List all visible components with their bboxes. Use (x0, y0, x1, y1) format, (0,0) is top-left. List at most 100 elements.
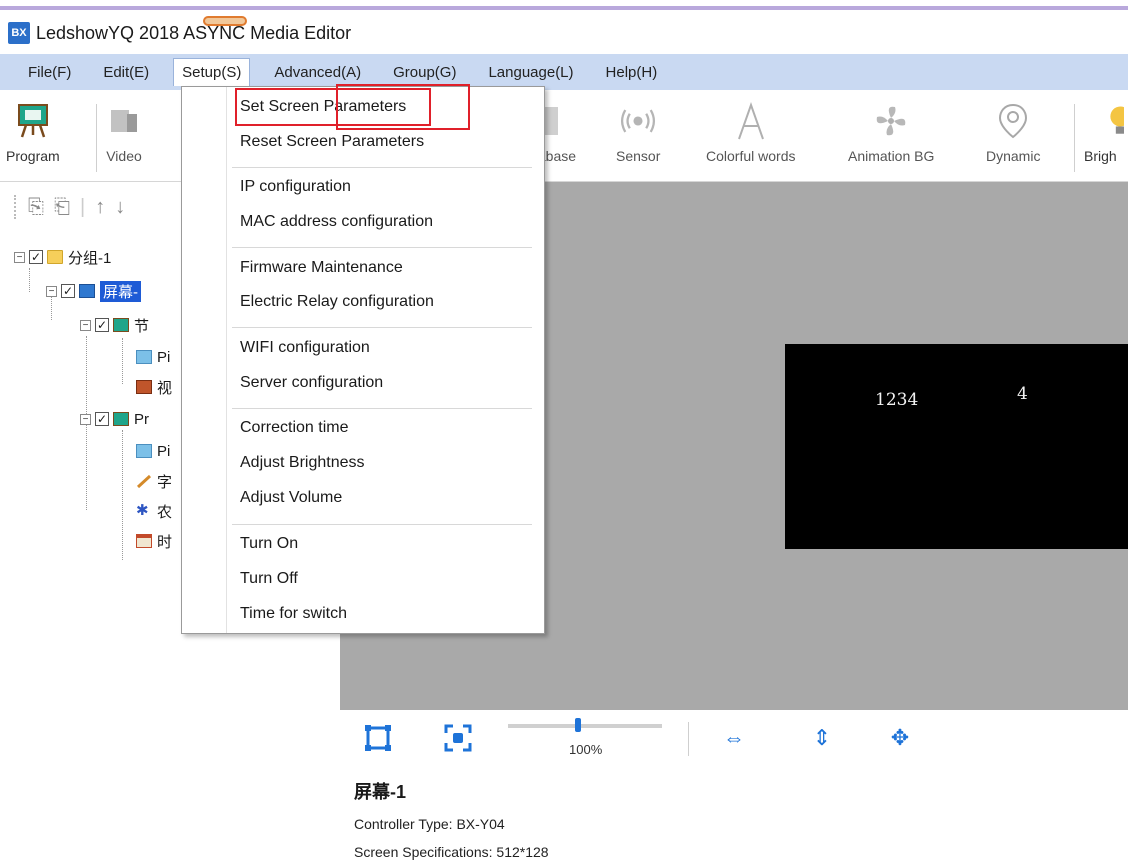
collapse-toggle[interactable]: − (14, 251, 25, 263)
picture2-label: Pi (157, 442, 171, 460)
tree-node-screen[interactable]: − ✓ 屏幕- (46, 280, 141, 302)
menu-edit[interactable]: Edit(E) (95, 59, 157, 86)
video1-label: 视 (157, 379, 173, 397)
dynamic-button[interactable]: Dynamic (986, 100, 1040, 164)
zoom-slider-thumb[interactable] (575, 718, 581, 732)
collapse-toggle[interactable]: − (80, 319, 91, 331)
program-icon (13, 100, 53, 142)
menu-time-for-switch[interactable]: Time for switch (240, 605, 347, 623)
tree-node-clock2[interactable]: 时 (136, 530, 172, 552)
tree-node-program1[interactable]: − ✓ 节 (80, 314, 149, 336)
menu-setup[interactable]: Setup(S) (173, 58, 251, 86)
tree-line (122, 338, 123, 384)
tree-node-video1[interactable]: 视 (136, 376, 172, 398)
video-icon (136, 380, 152, 394)
tree-node-lunar2[interactable]: ✱ 农 (136, 500, 172, 522)
video-icon (104, 100, 144, 142)
picture-icon (136, 350, 152, 364)
tree-node-picture1[interactable]: Pi (136, 346, 170, 368)
menu-turn-on[interactable]: Turn On (240, 535, 298, 553)
picture-icon (136, 444, 152, 458)
menu-help[interactable]: Help(H) (598, 59, 666, 86)
menu-gutter (226, 87, 227, 633)
highlight-box-callout (336, 84, 470, 130)
program-icon (113, 412, 129, 426)
move-button[interactable]: ✥ (884, 722, 916, 754)
program1-label: 节 (134, 317, 150, 335)
actual-size-button[interactable] (442, 722, 474, 754)
sensor-icon (618, 100, 658, 142)
menu-mac-address-configuration[interactable]: MAC address configuration (240, 213, 433, 231)
menu-adjust-volume[interactable]: Adjust Volume (240, 489, 342, 507)
fit-height-button[interactable]: ⇕ (806, 722, 838, 754)
group-checkbox[interactable]: ✓ (29, 250, 43, 264)
screen-checkbox[interactable]: ✓ (61, 284, 75, 298)
paste-icon[interactable]: ⎗ (54, 196, 70, 219)
menu-file[interactable]: File(F) (20, 59, 79, 86)
toolbar-grip (14, 195, 18, 219)
animation-bg-button[interactable]: Animation BG (848, 100, 934, 164)
group-label: 分组-1 (68, 249, 112, 267)
program-button[interactable]: Program (6, 100, 60, 164)
toolbar-separator (96, 104, 97, 172)
dynamic-label: Dynamic (986, 148, 1041, 164)
animation-bg-label: Animation BG (848, 148, 935, 164)
tree-node-group[interactable]: − ✓ 分组-1 (14, 246, 111, 268)
menu-group[interactable]: Group(G) (385, 59, 464, 86)
menu-language[interactable]: Language(L) (480, 59, 581, 86)
menu-ip-configuration[interactable]: IP configuration (240, 178, 351, 196)
fit-screen-button[interactable] (362, 722, 394, 754)
move-up-icon[interactable]: ↑ (95, 196, 105, 219)
location-pin-icon (993, 100, 1033, 142)
menu-correction-time[interactable]: Correction time (240, 419, 348, 437)
move-down-icon[interactable]: ↓ (115, 196, 125, 219)
tree-node-program2[interactable]: − ✓ Pr (80, 408, 149, 430)
colorful-words-button[interactable]: Colorful words (706, 100, 795, 164)
menu-bar: File(F) Edit(E) Setup(S) Advanced(A) Gro… (0, 54, 1128, 90)
copy-icon[interactable]: ⎘ (28, 196, 44, 219)
pen-icon (136, 474, 152, 489)
menu-separator (232, 524, 532, 525)
menu-electric-relay-configuration[interactable]: Electric Relay configuration (240, 293, 434, 311)
menu-firmware-maintenance[interactable]: Firmware Maintenance (240, 259, 403, 277)
zoom-slider-track[interactable] (508, 724, 662, 728)
vertical-arrows-icon: ⇕ (812, 725, 832, 750)
controller-type: Controller Type: BX-Y04 (354, 816, 505, 832)
window-title: LedshowYQ 2018 ASYNC Media Editor (36, 22, 352, 43)
sensor-button[interactable]: Sensor (616, 100, 660, 164)
fit-width-button[interactable]: ⇔ (718, 722, 750, 754)
menu-reset-screen-parameters[interactable]: Reset Screen Parameters (240, 133, 424, 151)
program-icon (113, 318, 129, 332)
collapse-toggle[interactable]: − (46, 285, 57, 297)
brightness-button[interactable]: Brigh (1084, 100, 1124, 164)
lunar2-label: 农 (157, 503, 173, 521)
tree-node-picture2[interactable]: Pi (136, 440, 170, 462)
program2-label: Pr (134, 410, 149, 428)
collapse-toggle[interactable]: − (80, 413, 91, 425)
colorful-words-icon (731, 100, 771, 142)
setup-dropdown-menu: Set Screen Parameters Reset Screen Param… (181, 86, 545, 634)
screen-label: 屏幕- (100, 280, 141, 302)
menu-advanced[interactable]: Advanced(A) (266, 59, 369, 86)
tree-node-text2[interactable]: 字 (136, 470, 172, 492)
zoom-toolbar: 100% ⇔ ⇕ ✥ (340, 710, 1128, 768)
zoom-percent: 100% (569, 742, 603, 757)
screen-info-panel: 屏幕-1 Controller Type: BX-Y04 Screen Spec… (340, 768, 1128, 862)
clock2-label: 时 (157, 533, 173, 551)
toolbar-separator (1074, 104, 1075, 172)
menu-turn-off[interactable]: Turn Off (240, 570, 298, 588)
screen-preview[interactable]: 1234 4 (785, 344, 1128, 549)
program2-checkbox[interactable]: ✓ (95, 412, 109, 426)
focus-frame-icon (444, 724, 472, 752)
screen-specifications: Screen Specifications: 512*128 (354, 844, 549, 860)
horizontal-arrows-icon: ⇔ (723, 725, 745, 750)
menu-wifi-configuration[interactable]: WIFI configuration (240, 339, 370, 357)
program-label: Program (6, 148, 60, 164)
video-button[interactable]: Video (104, 100, 144, 164)
monitor-icon (79, 284, 95, 298)
program1-checkbox[interactable]: ✓ (95, 318, 109, 332)
lunar-calendar-icon: ✱ (136, 502, 149, 519)
move-arrows-icon: ✥ (890, 725, 910, 750)
menu-server-configuration[interactable]: Server configuration (240, 374, 383, 392)
menu-adjust-brightness[interactable]: Adjust Brightness (240, 454, 365, 472)
